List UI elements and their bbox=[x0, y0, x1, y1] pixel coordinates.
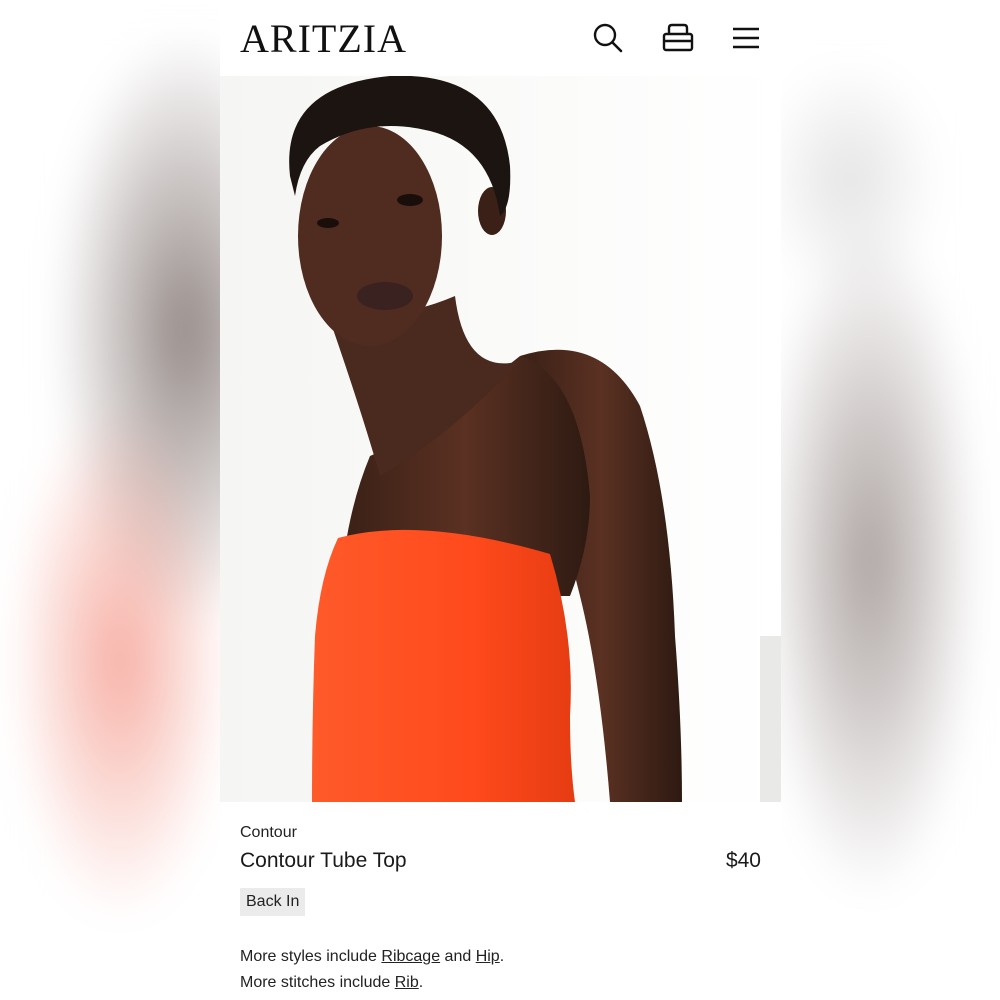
shopping-bag-button[interactable] bbox=[660, 20, 696, 56]
more-stitches-suffix: . bbox=[418, 974, 424, 991]
more-styles-conjunction: and bbox=[440, 948, 476, 965]
aritzia-logo[interactable]: ARITZIA bbox=[240, 15, 407, 63]
mobile-page: ARITZIA Contour Contour Tube Top $40 Bac… bbox=[220, 0, 781, 1000]
product-info: Contour Contour Tube Top $40 Back In Mor… bbox=[220, 802, 781, 1000]
product-brand[interactable]: Contour bbox=[240, 824, 297, 842]
top-navigation-bar: ARITZIA bbox=[220, 0, 781, 76]
more-stitches-line: More stitches include Rib. bbox=[240, 974, 423, 992]
more-styles-suffix: . bbox=[499, 948, 505, 965]
hip-link[interactable]: Hip bbox=[476, 948, 500, 965]
model-illustration bbox=[220, 76, 781, 802]
more-styles-line: More styles include Ribcage and Hip. bbox=[240, 948, 504, 966]
menu-icon bbox=[733, 27, 759, 49]
product-name: Contour Tube Top bbox=[240, 849, 407, 872]
product-price: $40 bbox=[725, 849, 761, 872]
more-styles-prefix: More styles include bbox=[240, 948, 382, 965]
menu-button[interactable] bbox=[728, 20, 764, 56]
bag-icon bbox=[662, 23, 694, 52]
back-in-badge: Back In bbox=[240, 888, 306, 916]
rib-link[interactable]: Rib bbox=[395, 974, 419, 991]
product-image[interactable] bbox=[220, 76, 781, 802]
ribcage-link[interactable]: Ribcage bbox=[381, 948, 440, 965]
search-button[interactable] bbox=[590, 20, 626, 56]
more-stitches-prefix: More stitches include bbox=[240, 974, 395, 991]
search-icon bbox=[593, 23, 623, 53]
